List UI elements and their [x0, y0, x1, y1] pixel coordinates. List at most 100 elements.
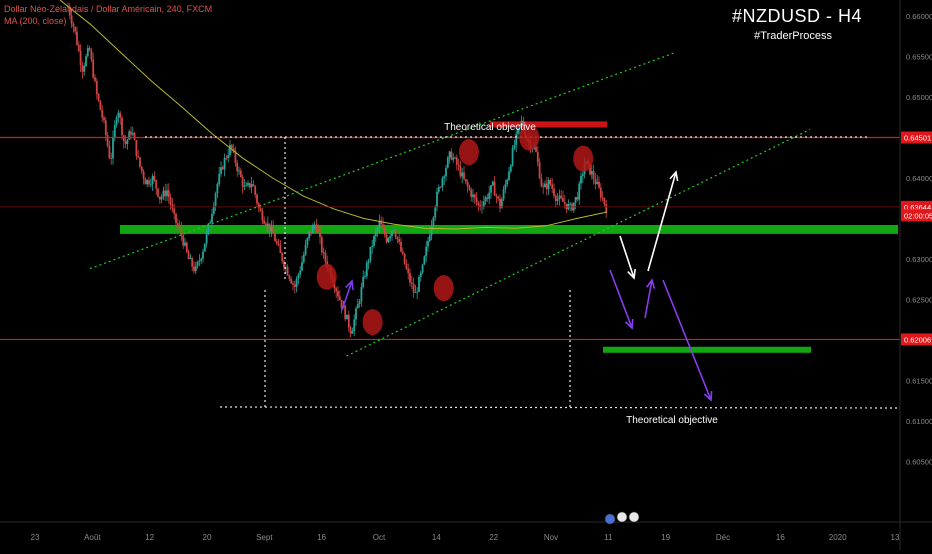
candle-body: [247, 183, 249, 186]
candle-body: [461, 172, 464, 177]
candle-body: [335, 288, 338, 292]
candle-body: [439, 186, 442, 188]
candle-body: [299, 270, 302, 275]
candle-body: [250, 184, 253, 188]
candle-body: [175, 213, 177, 224]
candle-body: [387, 238, 390, 242]
support-zone-zone: [120, 224, 898, 234]
candle-body: [248, 183, 251, 188]
candle-body: [281, 253, 284, 262]
event-flag-icon: [616, 511, 628, 523]
candle-body: [128, 131, 131, 140]
candle-body: [149, 184, 152, 185]
candle-body: [581, 174, 584, 176]
pivot-circle-marker: [316, 263, 337, 290]
candle-body: [301, 262, 303, 271]
candle-body: [425, 246, 428, 257]
candle-body: [423, 256, 426, 265]
price-chart[interactable]: Theoretical objective Theoretical objecti…: [0, 0, 932, 550]
candle-body: [538, 162, 541, 179]
candle-body: [148, 180, 150, 185]
candle-body: [140, 166, 143, 172]
support-target-zone: [603, 346, 811, 353]
price-label: 0.62006: [904, 335, 931, 344]
candle-body: [198, 260, 201, 262]
candle-body: [202, 251, 204, 259]
candle-body: [490, 185, 492, 193]
candle-body: [104, 120, 107, 136]
candle-body: [218, 173, 221, 184]
candle-body: [580, 175, 582, 184]
candle-body: [243, 185, 246, 187]
candle-body: [223, 157, 226, 170]
candle-body: [414, 292, 417, 293]
candle-body: [358, 301, 361, 305]
candle-body: [355, 308, 357, 320]
candle-body: [376, 227, 379, 232]
candle-body: [279, 245, 282, 254]
candle-body: [569, 203, 572, 205]
candle-body: [468, 186, 471, 190]
candle-body: [509, 165, 512, 172]
candle-body: [268, 223, 271, 232]
candle-body: [272, 226, 275, 234]
candle-body: [382, 224, 384, 228]
candle-body: [77, 44, 80, 51]
candle-body: [515, 133, 518, 146]
candle-body: [545, 183, 548, 190]
candle-body: [139, 157, 141, 167]
candle-body: [274, 233, 276, 242]
candle-body: [410, 282, 413, 284]
candle-body: [565, 203, 568, 210]
candle-body: [158, 196, 161, 200]
candle-body: [430, 225, 433, 236]
candle-body: [454, 157, 456, 159]
candle-body: [88, 47, 91, 51]
candle-body: [598, 181, 600, 188]
candle-body: [211, 213, 213, 223]
y-tick-label: 0.63000: [906, 255, 932, 264]
chart-area[interactable]: Theoretical objective Theoretical objecti…: [0, 0, 932, 550]
candle-body: [389, 235, 392, 239]
candle-body: [86, 47, 89, 57]
x-tick-label: Déc: [716, 533, 730, 542]
candle-body: [603, 198, 606, 205]
x-tick-label: 22: [489, 533, 498, 542]
candle-body: [497, 196, 500, 199]
candle-body: [290, 278, 293, 284]
candle-body: [428, 235, 431, 241]
y-tick-label: 0.65500: [906, 53, 932, 62]
candle-body: [176, 223, 179, 227]
candle-body: [407, 268, 410, 274]
candle-body: [367, 260, 370, 263]
pivot-circle-marker: [433, 275, 454, 302]
handle-watermark: #TraderProcess: [754, 30, 832, 42]
candle-body: [576, 197, 579, 200]
candle-body: [371, 245, 374, 247]
candle-body: [403, 253, 406, 264]
candle-body: [157, 188, 159, 197]
candle-body: [133, 133, 136, 141]
candle-body: [76, 31, 78, 45]
candle-body: [119, 112, 122, 118]
candle-body: [594, 179, 597, 185]
candle-body: [562, 197, 564, 202]
candle-body: [362, 276, 365, 288]
candle-body: [563, 201, 566, 204]
y-tick-label: 0.61500: [906, 376, 932, 385]
candle-body: [346, 314, 348, 320]
candle-body: [488, 192, 491, 199]
candle-body: [351, 331, 354, 334]
candle-body: [446, 157, 449, 168]
candle-body: [421, 264, 424, 273]
candle-body: [412, 283, 415, 293]
candle-body: [396, 236, 399, 240]
candle-body: [117, 112, 120, 118]
candle-body: [311, 225, 314, 233]
candle-body: [230, 144, 233, 149]
candle-body: [205, 232, 208, 244]
candle-body: [90, 50, 93, 60]
candle-body: [241, 177, 244, 187]
candle-body: [549, 180, 552, 185]
x-tick-label: 16: [317, 533, 326, 542]
